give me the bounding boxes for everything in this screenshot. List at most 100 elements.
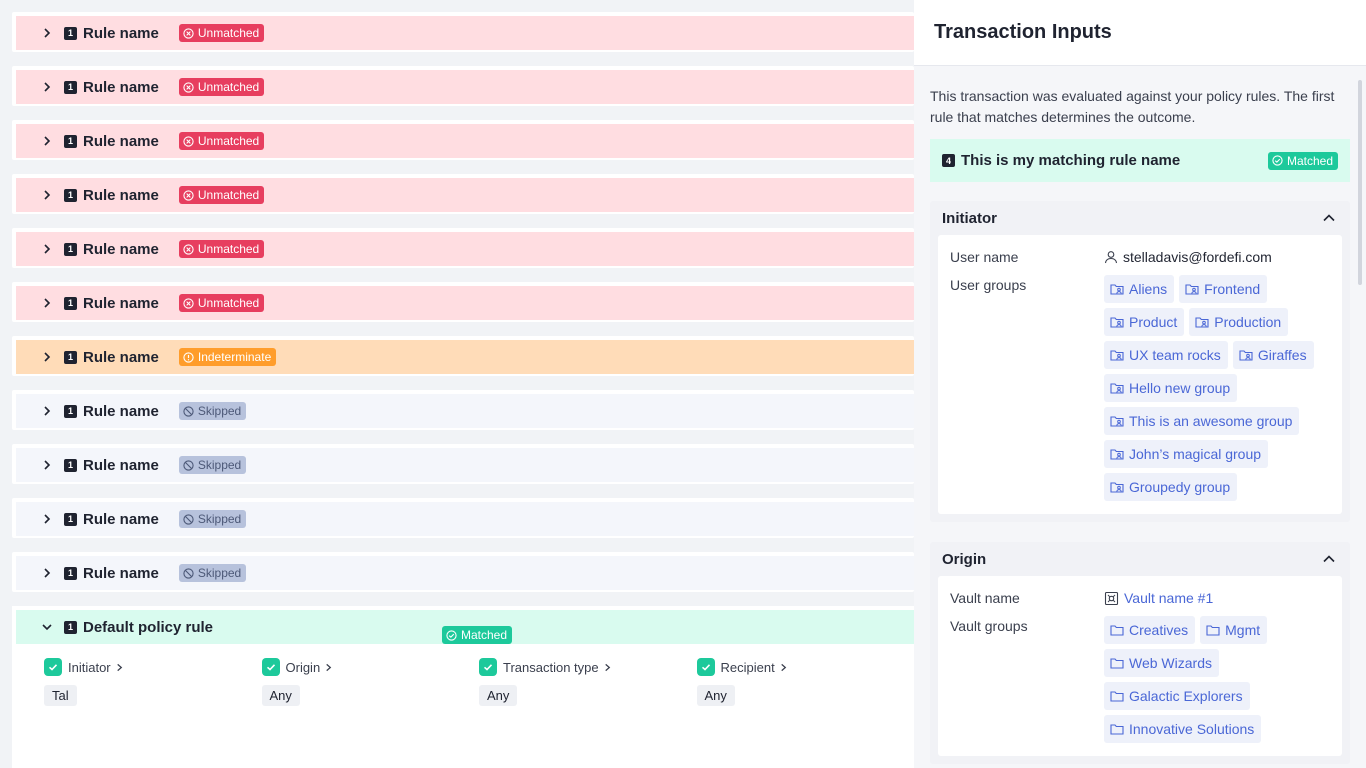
status-badge: Unmatched: [178, 24, 265, 42]
criterion: Recipient Any: [696, 658, 915, 706]
criterion: Initiator Tal: [44, 658, 262, 706]
chevron-right-icon[interactable]: [40, 188, 54, 202]
panel-scrollbar[interactable]: [1358, 80, 1362, 285]
user-group-tag[interactable]: Giraffes: [1232, 341, 1314, 369]
chevron-right-icon[interactable]: [115, 663, 124, 672]
criterion-label: Initiator: [68, 659, 111, 675]
vault-group-tag[interactable]: Innovative Solutions: [1104, 715, 1262, 743]
panel-header: Transaction Inputs: [914, 0, 1366, 66]
vault-group-tag[interactable]: Galactic Explorers: [1104, 682, 1250, 710]
status-badge-label: Unmatched: [197, 80, 260, 94]
section-title: Origin: [942, 550, 987, 568]
status-badge-label: Skipped: [197, 566, 242, 580]
user-groups-label: User groups: [950, 277, 1027, 293]
rule-row[interactable]: 1 Rule name Unmatched: [12, 228, 914, 268]
initiator-section-header[interactable]: Initiator: [938, 201, 1342, 235]
criterion-header[interactable]: Recipient: [696, 658, 915, 676]
user-group-tag[interactable]: Product: [1104, 308, 1185, 336]
user-group-tag[interactable]: Aliens: [1104, 275, 1175, 303]
status-badge: Skipped: [178, 402, 247, 420]
user-group-tag[interactable]: Frontend: [1179, 275, 1268, 303]
user-group-folder-icon: [1110, 416, 1124, 427]
rule-row[interactable]: 1 Rule name Unmatched: [12, 12, 914, 52]
rule-row-header[interactable]: 1 Rule name Unmatched: [16, 124, 914, 158]
criterion-value: Tal: [44, 685, 77, 706]
rule-row[interactable]: 1 Rule name Skipped: [12, 444, 914, 484]
criterion-header[interactable]: Transaction type: [479, 658, 697, 676]
user-group-tag[interactable]: Hello new group: [1104, 374, 1238, 402]
chevron-right-icon[interactable]: [40, 242, 54, 256]
chevron-down-icon[interactable]: [40, 620, 54, 634]
status-badge: Matched: [1267, 151, 1338, 170]
vault-group-tag[interactable]: Web Wizards: [1104, 649, 1219, 677]
vault-group-tag[interactable]: Mgmt: [1200, 616, 1268, 644]
criterion-value: Any: [479, 685, 518, 706]
user-group-tag[interactable]: UX team rocks: [1104, 341, 1228, 369]
rule-number: 1: [64, 134, 77, 148]
x-circle-icon: [183, 297, 194, 309]
rule-row[interactable]: 1 Rule name Unmatched: [12, 282, 914, 322]
rule-name: Rule name: [83, 240, 159, 258]
chevron-right-icon[interactable]: [40, 458, 54, 472]
user-group-folder-icon: [1110, 350, 1124, 361]
user-group-folder-icon: [1110, 482, 1124, 493]
rule-number: 1: [64, 242, 77, 256]
rule-number: 1: [64, 404, 77, 418]
vault-group-tag-label: Mgmt: [1225, 622, 1261, 638]
chevron-right-icon[interactable]: [40, 404, 54, 418]
chevron-right-icon[interactable]: [40, 80, 54, 94]
rule-row[interactable]: 1 Rule name Unmatched: [12, 174, 914, 214]
rule-row-header[interactable]: 1 Rule name Skipped: [16, 394, 914, 428]
origin-section-header[interactable]: Origin: [938, 542, 1342, 576]
chevron-right-icon[interactable]: [40, 296, 54, 310]
chevron-right-icon[interactable]: [40, 566, 54, 580]
criterion-header[interactable]: Origin: [261, 658, 480, 676]
rule-row-header[interactable]: 1 Rule name Indeterminate: [16, 340, 914, 374]
rule-row-header[interactable]: 1 Rule name Unmatched: [16, 232, 914, 266]
rule-row[interactable]: 1 Rule name Unmatched: [12, 66, 914, 106]
criterion: Transaction type Any: [479, 658, 697, 706]
chevron-right-icon[interactable]: [324, 663, 333, 672]
vault-group-tag[interactable]: Creatives: [1104, 616, 1196, 644]
user-group-tag[interactable]: Production: [1189, 308, 1289, 336]
chevron-right-icon[interactable]: [603, 663, 612, 672]
user-group-tag-label: Hello new group: [1129, 380, 1231, 396]
rule-row-header[interactable]: 1 Rule name Unmatched: [16, 178, 914, 212]
rule-row-header[interactable]: 1 Rule name Unmatched: [16, 70, 914, 104]
x-circle-icon: [183, 81, 194, 93]
criterion-value: Any: [696, 685, 735, 706]
user-group-tag[interactable]: This is an awesome group: [1104, 407, 1300, 435]
rule-row[interactable]: 1 Rule name Skipped: [12, 552, 914, 592]
rule-row[interactable]: 1 Rule name Indeterminate: [12, 336, 914, 376]
chevron-up-icon[interactable]: [1322, 552, 1336, 566]
user-group-tag-label: Production: [1214, 314, 1282, 330]
chevron-right-icon[interactable]: [40, 512, 54, 526]
rule-row[interactable]: 1 Rule name Skipped: [12, 390, 914, 430]
rule-row[interactable]: 1 Rule name Unmatched: [12, 120, 914, 160]
panel-body: This transaction was evaluated against y…: [914, 66, 1366, 768]
user-group-tag-label: Groupedy group: [1129, 479, 1231, 495]
check-icon: [44, 658, 62, 676]
rule-number: 1: [64, 296, 77, 310]
rule-row-header[interactable]: 1 Rule name Unmatched: [16, 16, 914, 50]
chevron-right-icon[interactable]: [40, 350, 54, 364]
user-group-tag[interactable]: John’s magical group: [1104, 440, 1269, 468]
chevron-right-icon[interactable]: [40, 134, 54, 148]
vault-name-link[interactable]: Vault name #1: [1104, 588, 1213, 608]
rule-row-header[interactable]: 1 Rule name Skipped: [16, 448, 914, 482]
status-badge: Skipped: [178, 510, 247, 528]
x-circle-icon: [183, 135, 194, 147]
chevron-up-icon[interactable]: [1322, 211, 1336, 225]
rule-row-header[interactable]: 1 Rule name Skipped: [16, 556, 914, 590]
rule-row-header[interactable]: 1 Rule name Unmatched: [16, 286, 914, 320]
user-group-tag[interactable]: Groupedy group: [1104, 473, 1238, 501]
chevron-right-icon[interactable]: [779, 663, 788, 672]
criterion-header[interactable]: Initiator: [44, 658, 262, 676]
rule-row-header[interactable]: 1 Rule name Skipped: [16, 502, 914, 536]
chevron-right-icon[interactable]: [40, 26, 54, 40]
criterion-label: Recipient: [720, 659, 775, 675]
rule-row[interactable]: 1 Rule name Skipped: [12, 498, 914, 538]
x-circle-icon: [183, 243, 194, 255]
status-badge-label: Skipped: [197, 458, 242, 472]
status-badge-label: Unmatched: [197, 188, 260, 202]
